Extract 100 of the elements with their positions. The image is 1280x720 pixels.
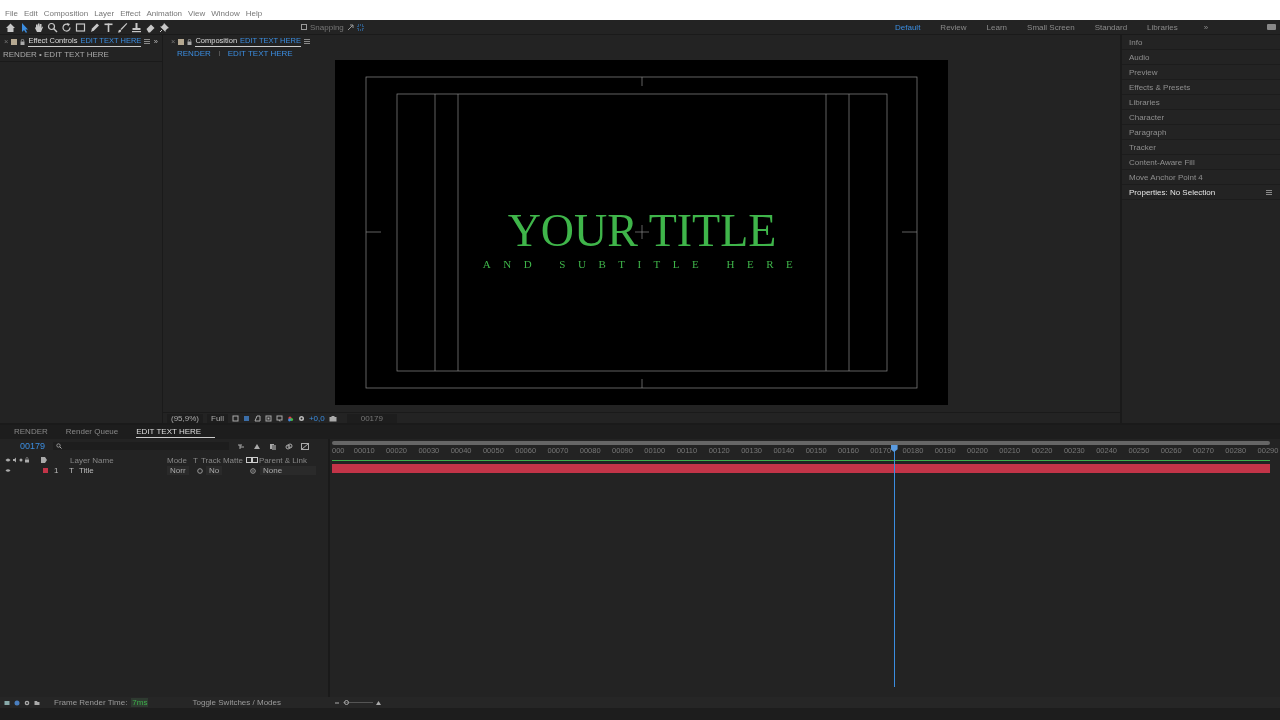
breadcrumb[interactable]: RENDER bbox=[177, 48, 211, 58]
search-icon bbox=[56, 443, 63, 449]
menu-item[interactable]: Window bbox=[211, 9, 240, 18]
resolution-dropdown[interactable]: Full bbox=[207, 413, 228, 423]
panel-menu-icon[interactable] bbox=[144, 39, 151, 44]
layer-path: RENDER • EDIT TEXT HERE bbox=[0, 48, 162, 62]
panel-menu-icon[interactable] bbox=[1266, 189, 1272, 195]
hand-icon[interactable] bbox=[33, 21, 44, 33]
draft-3d-icon[interactable] bbox=[253, 442, 262, 450]
eye-icon[interactable] bbox=[5, 468, 11, 473]
timeline-tab[interactable]: EDIT TEXT HERE bbox=[136, 426, 216, 438]
panel-item[interactable]: Audio bbox=[1122, 50, 1280, 65]
stamp-icon[interactable] bbox=[131, 21, 142, 33]
mode-dropdown[interactable]: Norr bbox=[167, 466, 189, 475]
guides-icon[interactable] bbox=[275, 414, 283, 422]
more-workspaces-button[interactable]: » bbox=[1195, 22, 1221, 32]
column-header[interactable]: Layer Name bbox=[70, 455, 114, 465]
column-header[interactable]: Mode bbox=[167, 455, 187, 465]
camera-icon[interactable] bbox=[328, 414, 337, 422]
brush-icon[interactable] bbox=[117, 21, 128, 33]
pen-icon[interactable] bbox=[89, 21, 100, 33]
parent-dropdown[interactable]: None bbox=[260, 466, 316, 475]
type-tool-icon[interactable] bbox=[103, 21, 114, 33]
layer-number: 1 bbox=[54, 466, 59, 475]
panel-item[interactable]: Move Anchor Point 4 bbox=[1122, 170, 1280, 185]
search-icon[interactable] bbox=[47, 21, 58, 33]
timeline-tab[interactable]: Render Queue bbox=[65, 427, 133, 437]
current-time-field[interactable]: 00179 bbox=[346, 413, 397, 423]
workspace-tab[interactable]: Review bbox=[932, 22, 979, 32]
column-header[interactable]: T bbox=[193, 455, 198, 465]
workspace-tab[interactable]: Standard bbox=[1086, 22, 1140, 32]
panel-item[interactable]: Tracker bbox=[1122, 140, 1280, 155]
safe-margins-icon[interactable] bbox=[264, 414, 272, 422]
menu-item[interactable]: Composition bbox=[43, 9, 89, 18]
label-icon[interactable] bbox=[41, 457, 47, 463]
track-matte-dropdown[interactable]: No bbox=[206, 466, 223, 475]
zoom-out-icon[interactable] bbox=[335, 699, 340, 706]
magnification-dropdown[interactable]: (95,9%) bbox=[167, 413, 203, 423]
rotate-icon[interactable] bbox=[61, 21, 72, 33]
exposure-icon[interactable] bbox=[297, 414, 305, 422]
matte-icon[interactable] bbox=[197, 467, 203, 474]
workspace-tab[interactable]: Learn bbox=[978, 22, 1020, 32]
properties-panel-title[interactable]: Properties: No Selection bbox=[1129, 184, 1216, 200]
snap-expand-icon[interactable] bbox=[346, 23, 354, 31]
motion-blur-icon[interactable] bbox=[285, 442, 294, 450]
arrow-pointer-icon[interactable] bbox=[19, 21, 30, 33]
breadcrumb[interactable]: EDIT TEXT HERE bbox=[227, 48, 293, 58]
render-queue-icon[interactable] bbox=[4, 699, 10, 706]
zoom-slider[interactable] bbox=[335, 699, 381, 706]
snapping-checkbox[interactable] bbox=[301, 24, 307, 30]
exposure-value[interactable]: +0,0 bbox=[308, 413, 325, 423]
frame-render-time-label: Frame Render Time: bbox=[54, 698, 128, 707]
menu-item[interactable]: Edit bbox=[23, 9, 38, 18]
menu-item[interactable]: View bbox=[188, 9, 206, 18]
subtitle-text: AND SUBTITLE HERE bbox=[482, 258, 806, 270]
panel-item[interactable]: Paragraph bbox=[1122, 125, 1280, 140]
workspace-tab[interactable]: Libraries bbox=[1139, 22, 1190, 32]
menu-item[interactable]: Help bbox=[245, 9, 263, 18]
title-text: YOUR TITLE bbox=[507, 205, 777, 256]
home-icon[interactable] bbox=[5, 21, 16, 33]
panel-item[interactable]: Content-Aware Fill bbox=[1122, 155, 1280, 170]
switches-icon[interactable] bbox=[246, 457, 258, 463]
lock-icon[interactable] bbox=[20, 38, 26, 45]
timeline-tab[interactable]: RENDER bbox=[14, 427, 62, 437]
composition-flowchart-icon[interactable] bbox=[237, 442, 246, 450]
column-header[interactable]: Parent & Link bbox=[259, 455, 308, 465]
panel-item[interactable]: Libraries bbox=[1122, 95, 1280, 110]
color-swatch-icon bbox=[178, 38, 185, 45]
channel-icon[interactable] bbox=[286, 414, 294, 422]
layer-label-color[interactable] bbox=[43, 468, 48, 473]
toggle-switches-modes-button[interactable]: Toggle Switches / Modes bbox=[192, 698, 281, 707]
search-field[interactable] bbox=[53, 442, 230, 450]
panel-item[interactable]: Preview bbox=[1122, 65, 1280, 80]
timecode-display[interactable]: 00179 bbox=[20, 441, 46, 451]
panel-item[interactable]: Character bbox=[1122, 110, 1280, 125]
layer-name[interactable]: Title bbox=[79, 466, 94, 475]
snapping-label: Snapping bbox=[310, 22, 344, 32]
graph-editor-icon[interactable] bbox=[301, 442, 310, 450]
workspace-tab[interactable]: Default bbox=[887, 22, 933, 32]
menu-item[interactable]: File bbox=[5, 9, 18, 18]
column-header[interactable]: Track Matte bbox=[201, 455, 243, 465]
playhead-handle[interactable] bbox=[890, 445, 898, 452]
folder-icon[interactable] bbox=[34, 699, 40, 706]
menu-item[interactable]: Animation bbox=[146, 9, 183, 18]
pick-whip-icon[interactable] bbox=[250, 467, 256, 474]
zoom-in-icon[interactable] bbox=[376, 699, 381, 706]
rectangle-icon[interactable] bbox=[75, 21, 86, 33]
menu-item[interactable]: Layer bbox=[94, 9, 115, 18]
panel-item[interactable]: Effects & Presets bbox=[1122, 80, 1280, 95]
menu-item[interactable]: Effect bbox=[120, 9, 141, 18]
panel-item[interactable]: Info bbox=[1122, 35, 1280, 50]
pin-icon[interactable] bbox=[159, 21, 170, 33]
panel-menu-icon[interactable] bbox=[303, 39, 310, 44]
settings-icon[interactable] bbox=[24, 699, 30, 706]
workspace-tab[interactable]: Small Screen bbox=[1019, 22, 1087, 32]
region-icon[interactable] bbox=[231, 414, 239, 422]
layer-type-icon: T bbox=[69, 466, 74, 475]
lock-icon[interactable] bbox=[187, 38, 193, 45]
mask-icon[interactable] bbox=[253, 414, 261, 422]
frame-blending-icon[interactable] bbox=[269, 442, 278, 450]
